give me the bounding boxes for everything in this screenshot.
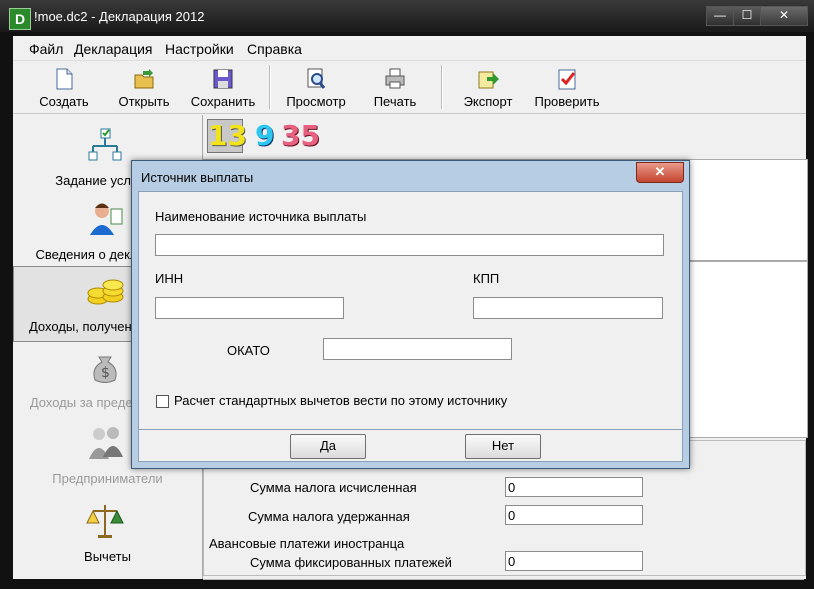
- print-button[interactable]: Печать: [360, 67, 430, 109]
- magnifier-icon: [307, 68, 326, 89]
- dialog-footer: Да Нет: [138, 429, 683, 462]
- floppy-disk-icon: [213, 69, 233, 89]
- export-label: Экспорт: [463, 94, 513, 109]
- sidebar-item-label: Вычеты: [84, 549, 131, 564]
- toolbar-separator: [441, 65, 443, 109]
- export-button[interactable]: Экспорт: [453, 67, 523, 109]
- toolbar: Создать Открыть Сохранить Просмотр Печат…: [13, 61, 806, 114]
- menu-file[interactable]: Файл: [29, 41, 63, 57]
- app-logo-icon: D: [9, 8, 31, 30]
- inn-label: ИНН: [155, 271, 184, 286]
- maximize-button[interactable]: ☐: [733, 6, 761, 26]
- minimize-button[interactable]: —: [706, 6, 734, 26]
- preview-label: Просмотр: [286, 94, 346, 109]
- source-name-input[interactable]: [155, 234, 664, 256]
- check-button[interactable]: Проверить: [532, 67, 602, 109]
- sidebar-item-label: Предприниматели: [52, 471, 163, 486]
- std-deductions-label: Расчет стандартных вычетов вести по этом…: [174, 393, 508, 408]
- new-document-icon: [56, 68, 73, 90]
- kpp-input[interactable]: [473, 297, 663, 319]
- create-button[interactable]: Создать: [29, 67, 99, 109]
- create-label: Создать: [39, 94, 89, 109]
- preview-button[interactable]: Просмотр: [281, 67, 351, 109]
- dialog-body: Наименование источника выплаты ИНН КПП О…: [138, 191, 683, 430]
- save-button[interactable]: Сохранить: [188, 67, 258, 109]
- scales-icon: [86, 505, 124, 538]
- money-bag-icon: $: [93, 356, 117, 383]
- person-icon: [90, 203, 123, 235]
- businessmen-icon: [89, 427, 123, 459]
- sum-calculated-field[interactable]: 0: [505, 477, 643, 497]
- sum-withheld-label: Сумма налога удержанная: [248, 509, 410, 524]
- menu-declaration[interactable]: Декларация: [74, 41, 153, 57]
- yes-button[interactable]: Да: [290, 434, 366, 459]
- no-button[interactable]: Нет: [465, 434, 541, 459]
- save-label: Сохранить: [190, 94, 256, 109]
- advance-group-title: Авансовые платежи иностранца: [209, 536, 405, 551]
- fixed-payments-field[interactable]: 0: [505, 551, 643, 571]
- sidebar-item-deductions[interactable]: Вычеты: [13, 497, 202, 571]
- dialog-close-button[interactable]: ✕: [636, 162, 684, 183]
- sum-calculated-label: Сумма налога исчисленная: [250, 480, 417, 495]
- rate-13-tab[interactable]: 13: [207, 119, 247, 153]
- payment-source-dialog: Источник выплаты ✕ Наименование источник…: [131, 160, 690, 469]
- coins-icon: [87, 279, 124, 305]
- sum-withheld-field[interactable]: 0: [505, 505, 643, 525]
- source-name-label: Наименование источника выплаты: [155, 209, 367, 224]
- inn-input[interactable]: [155, 297, 344, 319]
- export-icon: [478, 71, 499, 89]
- rate-9-tab[interactable]: 9: [255, 119, 274, 152]
- checklist-icon: [558, 69, 576, 90]
- fixed-payments-label: Сумма фиксированных платежей: [250, 555, 452, 570]
- menu-help[interactable]: Справка: [247, 41, 302, 57]
- window-title: !moe.dc2 - Декларация 2012: [34, 9, 205, 24]
- dialog-title: Источник выплаты: [141, 170, 254, 185]
- tree-diagram-icon: [88, 128, 122, 161]
- printer-icon: [385, 68, 405, 89]
- open-label: Открыть: [118, 94, 170, 109]
- std-deductions-checkbox[interactable]: [156, 395, 169, 408]
- okato-label: ОКАТО: [227, 343, 270, 358]
- menu-bar: Файл Декларация Настройки Справка: [13, 36, 806, 61]
- advance-group-border: [203, 579, 804, 580]
- menu-settings[interactable]: Настройки: [165, 41, 234, 57]
- kpp-label: КПП: [473, 271, 500, 286]
- close-window-button[interactable]: ✕: [760, 6, 808, 26]
- svg-text:$: $: [101, 365, 110, 381]
- open-button[interactable]: Открыть: [109, 67, 179, 109]
- print-label: Печать: [373, 94, 417, 109]
- rate-35-tab[interactable]: 35: [281, 119, 320, 152]
- toolbar-separator: [269, 65, 271, 109]
- window-titlebar: D !moe.dc2 - Декларация 2012 — ☐ ✕: [0, 0, 814, 32]
- okato-input[interactable]: [323, 338, 512, 360]
- check-label: Проверить: [534, 94, 600, 109]
- open-folder-icon: [134, 69, 154, 89]
